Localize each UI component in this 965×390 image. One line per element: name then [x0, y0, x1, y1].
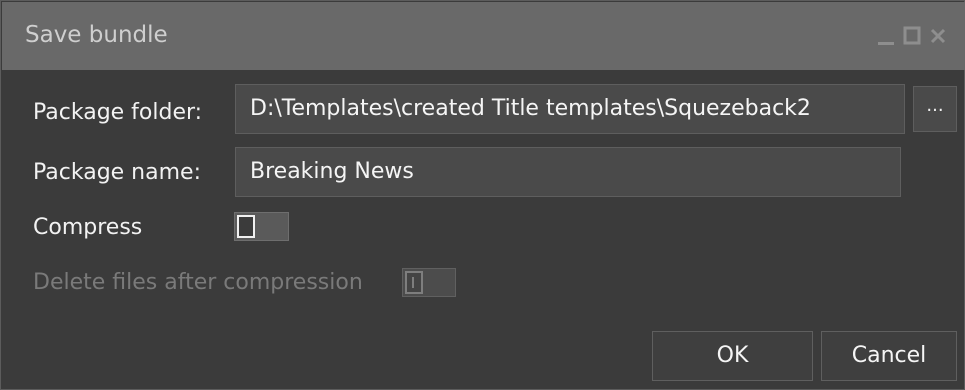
- maximize-icon: [903, 26, 921, 45]
- save-bundle-dialog: Save bundle Package folder: D:\Templates…: [0, 0, 965, 390]
- cancel-button[interactable]: Cancel: [821, 331, 957, 381]
- compress-toggle-knob: [237, 215, 255, 238]
- package-name-label: Package name:: [33, 160, 201, 185]
- window-title: Save bundle: [25, 22, 168, 48]
- minimize-button[interactable]: [874, 16, 898, 52]
- package-folder-input[interactable]: D:\Templates\created Title templates\Squ…: [235, 84, 905, 134]
- compress-toggle[interactable]: [234, 212, 289, 241]
- close-button[interactable]: [926, 16, 950, 52]
- package-folder-label: Package folder:: [33, 100, 203, 125]
- browse-button[interactable]: ...: [913, 86, 957, 132]
- delete-files-toggle-knob: [405, 271, 423, 294]
- title-bar[interactable]: Save bundle: [2, 2, 965, 70]
- package-name-input[interactable]: Breaking News: [235, 147, 901, 197]
- compress-label: Compress: [33, 215, 143, 240]
- minimize-icon: [878, 42, 894, 45]
- delete-files-toggle: [402, 268, 456, 297]
- ok-button[interactable]: OK: [652, 331, 813, 381]
- delete-files-label: Delete files after compression: [33, 270, 363, 295]
- maximize-button[interactable]: [900, 16, 924, 52]
- close-icon: [930, 28, 946, 44]
